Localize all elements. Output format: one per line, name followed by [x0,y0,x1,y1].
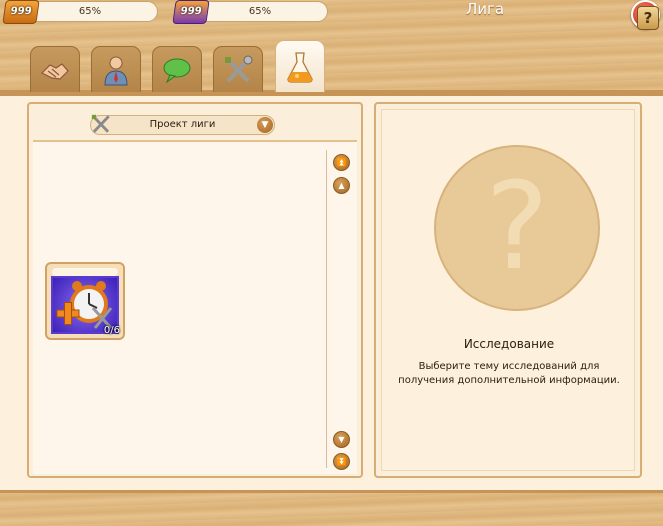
resource-bar-1: 65% [22,1,158,22]
tab-person[interactable] [91,46,141,92]
research-detail-inner: ? Исследование Выберите тему исследовани… [381,109,635,471]
scrollbar-track[interactable] [326,150,327,468]
purple-badge-icon: 999 [172,0,210,24]
content-area: Проект лиги ▼ ⏫ ▲ ▼ ⏬ 0/6 ? Исследование… [0,96,663,490]
crossed-tools-icon [89,112,113,143]
research-list-panel: Проект лиги ▼ ⏫ ▲ ▼ ⏬ 0/6 [27,102,363,478]
chevron-down-icon: ▼ [257,117,273,133]
scroll-down-button[interactable]: ▼ [333,431,350,448]
footer [0,490,663,526]
scroll-up-button[interactable]: ▲ [333,177,350,194]
person-icon [104,56,128,85]
flask-icon [287,51,313,83]
project-dropdown[interactable]: Проект лиги ▼ [90,114,275,135]
crossed-tools-icon [225,55,253,82]
tab-tools[interactable] [213,46,263,92]
research-item-count: 0/6 [103,325,120,336]
tab-handshake[interactable] [30,46,80,92]
research-item-bar [52,268,118,276]
research-item[interactable]: 0/6 [45,262,125,340]
resource-bar-2: 65% [192,1,328,22]
scroll-top-button[interactable]: ⏫ [333,154,350,171]
question-mark-icon: ? [434,145,600,311]
tab-research[interactable] [275,40,325,92]
help-button[interactable]: ? [637,6,659,30]
help-icon: ? [643,9,653,27]
resource-1-value: 999 [9,6,33,17]
gold-badge-icon: 999 [2,0,40,24]
research-title: Исследование [463,337,555,351]
resource-2-progress: 65% [248,6,272,17]
research-list: ⏫ ▲ ▼ ⏬ 0/6 [33,140,357,474]
scroll-bottom-button[interactable]: ⏬ [333,453,350,470]
research-detail-panel: ? Исследование Выберите тему исследовани… [374,102,642,478]
page-title: Лига [465,0,505,18]
resource-1-progress: 65% [78,6,102,17]
handshake-icon [40,62,69,80]
research-description: Выберите тему исследований для получения… [398,361,620,386]
resource-2-value: 999 [179,6,203,17]
project-dropdown-label: Проект лиги [149,119,216,130]
chat-bubble-icon [163,58,191,84]
tab-chat[interactable] [152,46,202,92]
